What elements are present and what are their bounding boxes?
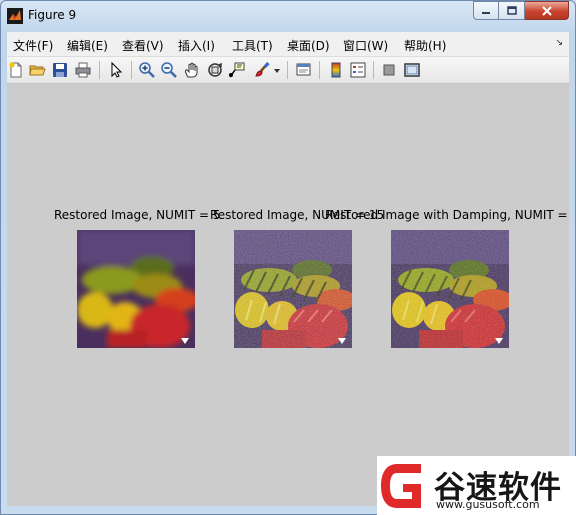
toolbar-separator xyxy=(131,61,132,79)
menu-edit[interactable]: 编辑(E) xyxy=(67,37,108,54)
zoom-in-icon[interactable] xyxy=(138,61,156,79)
print-icon[interactable] xyxy=(74,61,92,79)
menu-desktop[interactable]: 桌面(D) xyxy=(287,37,330,54)
toolbar-separator xyxy=(373,61,374,79)
rotate-3d-icon[interactable] xyxy=(206,61,224,79)
open-folder-icon[interactable] xyxy=(28,61,46,79)
toolbar-separator xyxy=(99,61,100,79)
toolbar-separator xyxy=(319,61,320,79)
axes-title-3: Restored Image with Damping, NUMIT = 15 xyxy=(325,208,569,222)
close-button[interactable] xyxy=(525,1,569,20)
matlab-logo-icon xyxy=(7,8,23,24)
window-title: Figure 9 xyxy=(28,8,77,22)
menu-window[interactable]: 窗口(W) xyxy=(343,37,388,54)
title-bar[interactable]: Figure 9 xyxy=(0,0,576,30)
link-plot-icon[interactable] xyxy=(295,61,313,79)
restored-image-2[interactable] xyxy=(234,230,352,348)
menu-help[interactable]: 帮助(H) xyxy=(404,37,446,54)
figure-toolbar xyxy=(7,57,569,84)
hide-plot-tools-icon[interactable] xyxy=(380,61,398,79)
watermark-url: www.gususoft.com xyxy=(436,498,540,511)
restored-image-3[interactable] xyxy=(391,230,509,348)
new-file-icon[interactable] xyxy=(7,61,25,79)
maximize-button[interactable] xyxy=(499,1,525,20)
figure-canvas[interactable]: Restored Image, NUMIT = 5 Restored Image… xyxy=(7,84,569,506)
menu-view[interactable]: 查看(V) xyxy=(122,37,164,54)
window-controls xyxy=(473,1,569,20)
axes-title-1: Restored Image, NUMIT = 5 xyxy=(54,208,221,222)
minimize-icon xyxy=(482,11,490,14)
menu-tools[interactable]: 工具(T) xyxy=(232,37,273,54)
brush-icon[interactable] xyxy=(253,61,271,79)
colorbar-icon[interactable] xyxy=(327,61,345,79)
restored-image-1[interactable] xyxy=(77,230,195,348)
menu-bar: 文件(F) 编辑(E) 查看(V) 插入(I) 工具(T) 桌面(D) 窗口(W… xyxy=(7,32,569,57)
legend-icon[interactable] xyxy=(349,61,367,79)
minimize-button[interactable] xyxy=(473,1,499,20)
menu-insert[interactable]: 插入(I) xyxy=(178,37,215,54)
pan-hand-icon[interactable] xyxy=(183,61,201,79)
data-cursor-icon[interactable] xyxy=(228,61,246,79)
toolbar-separator xyxy=(287,61,288,79)
menu-file[interactable]: 文件(F) xyxy=(13,37,53,54)
save-icon[interactable] xyxy=(51,61,69,79)
close-icon xyxy=(541,5,552,16)
select-arrow-icon[interactable] xyxy=(107,61,125,79)
show-plot-tools-icon[interactable] xyxy=(403,61,421,79)
menu-overflow-icon[interactable]: ↘ xyxy=(555,38,563,48)
zoom-out-icon[interactable] xyxy=(160,61,178,79)
maximize-icon xyxy=(506,5,517,15)
brush-dropdown-icon[interactable] xyxy=(273,61,281,79)
